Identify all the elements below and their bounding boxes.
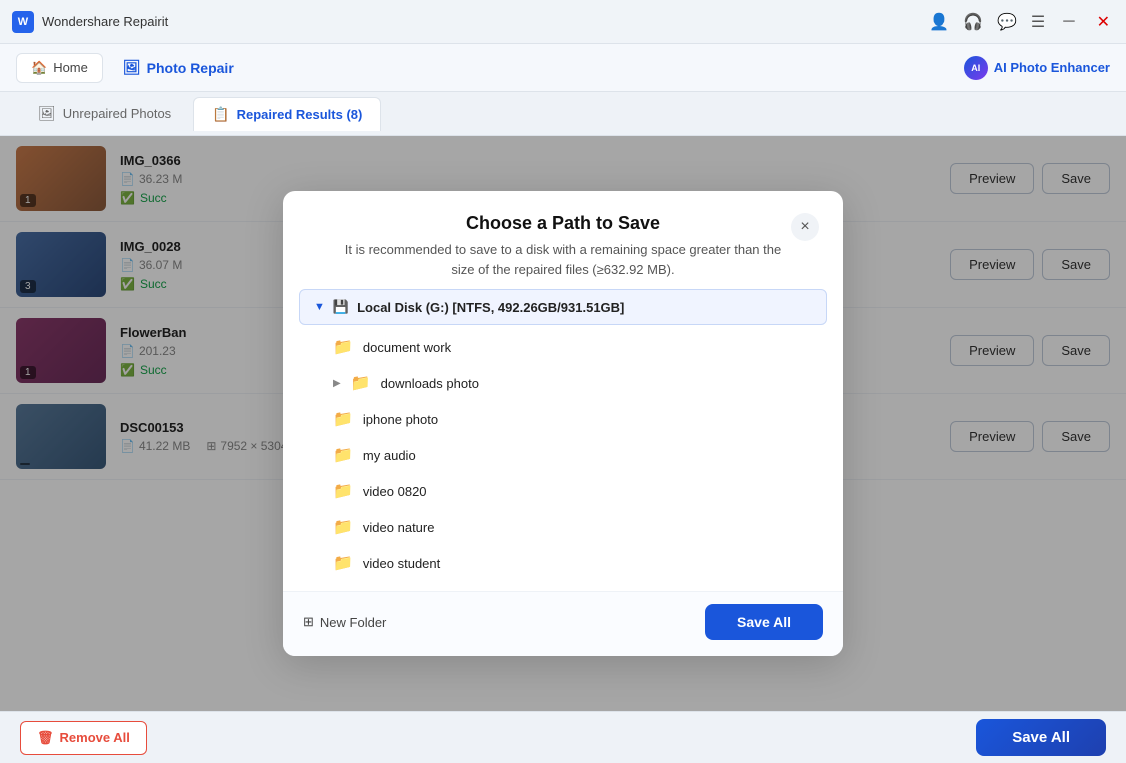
ai-badge: AI: [964, 56, 988, 80]
folder-name: video student: [363, 556, 440, 571]
ai-enhancer-button[interactable]: AI AI Photo Enhancer: [964, 56, 1110, 80]
nav-left: 🏠 Home 🖼 Photo Repair: [16, 53, 248, 83]
folder-name: my audio: [363, 448, 416, 463]
remove-all-button[interactable]: 🗑 Remove All: [20, 721, 147, 755]
new-folder-label: New Folder: [320, 615, 386, 630]
app-logo-letter: W: [18, 16, 28, 28]
unrepaired-tab-label: Unrepaired Photos: [63, 106, 171, 121]
nav-right: AI AI Photo Enhancer: [964, 56, 1110, 80]
person-icon[interactable]: 👤: [929, 12, 949, 32]
modal-subtitle: It is recommended to save to a disk with…: [335, 240, 791, 279]
unrepaired-tab-icon: 🖼: [38, 105, 56, 122]
folder-name: iphone photo: [363, 412, 438, 427]
file-tree: ▼ 💾 Local Disk (G:) [NTFS, 492.26GB/931.…: [283, 289, 843, 591]
folder-icon: 📁: [333, 553, 353, 573]
disk-icon: 💾: [333, 299, 349, 315]
menu-icon[interactable]: ☰: [1031, 12, 1045, 32]
ai-enhancer-label: AI Photo Enhancer: [994, 60, 1110, 75]
modal-title: Choose a Path to Save: [335, 213, 791, 234]
list-item[interactable]: 📁 my audio: [323, 437, 827, 473]
folder-list: 📁 document work ▶ 📁 downloads photo 📁 ip…: [299, 329, 827, 581]
minimize-button[interactable]: ─: [1059, 11, 1078, 33]
expand-arrow-icon: ▶: [333, 378, 341, 389]
title-bar-left: W Wondershare Repairit: [12, 11, 168, 33]
tab-unrepaired[interactable]: 🖼 Unrepaired Photos: [20, 97, 189, 130]
folder-name: document work: [363, 340, 451, 355]
modal-footer: ⊞ New Folder Save All: [283, 591, 843, 656]
photo-repair-nav[interactable]: 🖼 Photo Repair: [109, 53, 248, 82]
home-nav-button[interactable]: 🏠 Home: [16, 53, 103, 83]
folder-icon: 📁: [333, 337, 353, 357]
folder-icon: 📁: [333, 409, 353, 429]
modal-header: Choose a Path to Save It is recommended …: [283, 191, 843, 289]
repaired-tab-label: Repaired Results (8): [237, 107, 363, 122]
new-folder-button[interactable]: ⊞ New Folder: [303, 614, 386, 630]
folder-name: downloads photo: [381, 376, 479, 391]
remove-all-label: Remove All: [60, 730, 130, 745]
modal-overlay: Choose a Path to Save It is recommended …: [0, 136, 1126, 711]
main-content: 1 IMG_0366 📄 36.23 M ✅ Succ Preview Save…: [0, 136, 1126, 711]
trash-icon: 🗑: [37, 730, 54, 746]
title-bar: W Wondershare Repairit 👤 🎧 💬 ☰ ─ ✕: [0, 0, 1126, 44]
list-item[interactable]: 📁 video 0820: [323, 473, 827, 509]
folder-name: video 0820: [363, 484, 427, 499]
folder-icon: 📁: [351, 373, 371, 393]
bottom-bar: 🗑 Remove All Save All: [0, 711, 1126, 763]
home-icon: 🏠: [31, 60, 47, 76]
plus-icon: ⊞: [303, 614, 314, 630]
list-item[interactable]: 📁 video student: [323, 545, 827, 581]
list-item[interactable]: 📁 iphone photo: [323, 401, 827, 437]
chat-icon[interactable]: 💬: [997, 12, 1017, 32]
modal-save-all-button[interactable]: Save All: [705, 604, 823, 640]
close-button[interactable]: ✕: [1093, 10, 1114, 34]
folder-name: video nature: [363, 520, 435, 535]
disk-root-item[interactable]: ▼ 💾 Local Disk (G:) [NTFS, 492.26GB/931.…: [299, 289, 827, 325]
list-item[interactable]: 📁 video nature: [323, 509, 827, 545]
save-all-button[interactable]: Save All: [976, 719, 1106, 756]
nav-bar: 🏠 Home 🖼 Photo Repair AI AI Photo Enhanc…: [0, 44, 1126, 92]
folder-icon: 📁: [333, 445, 353, 465]
chevron-down-icon: ▼: [314, 301, 325, 313]
folder-icon: 📁: [333, 517, 353, 537]
modal-close-button[interactable]: ×: [791, 213, 819, 241]
photo-repair-label: Photo Repair: [147, 60, 234, 76]
tab-repaired[interactable]: 📋 Repaired Results (8): [193, 97, 381, 131]
list-item[interactable]: 📁 document work: [323, 329, 827, 365]
headset-icon[interactable]: 🎧: [963, 12, 983, 32]
repaired-tab-icon: 📋: [212, 106, 229, 123]
modal-title-area: Choose a Path to Save It is recommended …: [335, 213, 791, 279]
home-label: Home: [53, 60, 88, 75]
title-bar-right: 👤 🎧 💬 ☰ ─ ✕: [929, 10, 1114, 34]
app-logo: W: [12, 11, 34, 33]
save-path-modal: Choose a Path to Save It is recommended …: [283, 191, 843, 656]
ai-badge-text: AI: [971, 63, 980, 73]
list-item[interactable]: ▶ 📁 downloads photo: [323, 365, 827, 401]
folder-icon: 📁: [333, 481, 353, 501]
photo-repair-icon: 🖼: [123, 59, 141, 76]
disk-label: Local Disk (G:) [NTFS, 492.26GB/931.51GB…: [357, 300, 624, 315]
app-name: Wondershare Repairit: [42, 14, 168, 29]
tab-bar: 🖼 Unrepaired Photos 📋 Repaired Results (…: [0, 92, 1126, 136]
